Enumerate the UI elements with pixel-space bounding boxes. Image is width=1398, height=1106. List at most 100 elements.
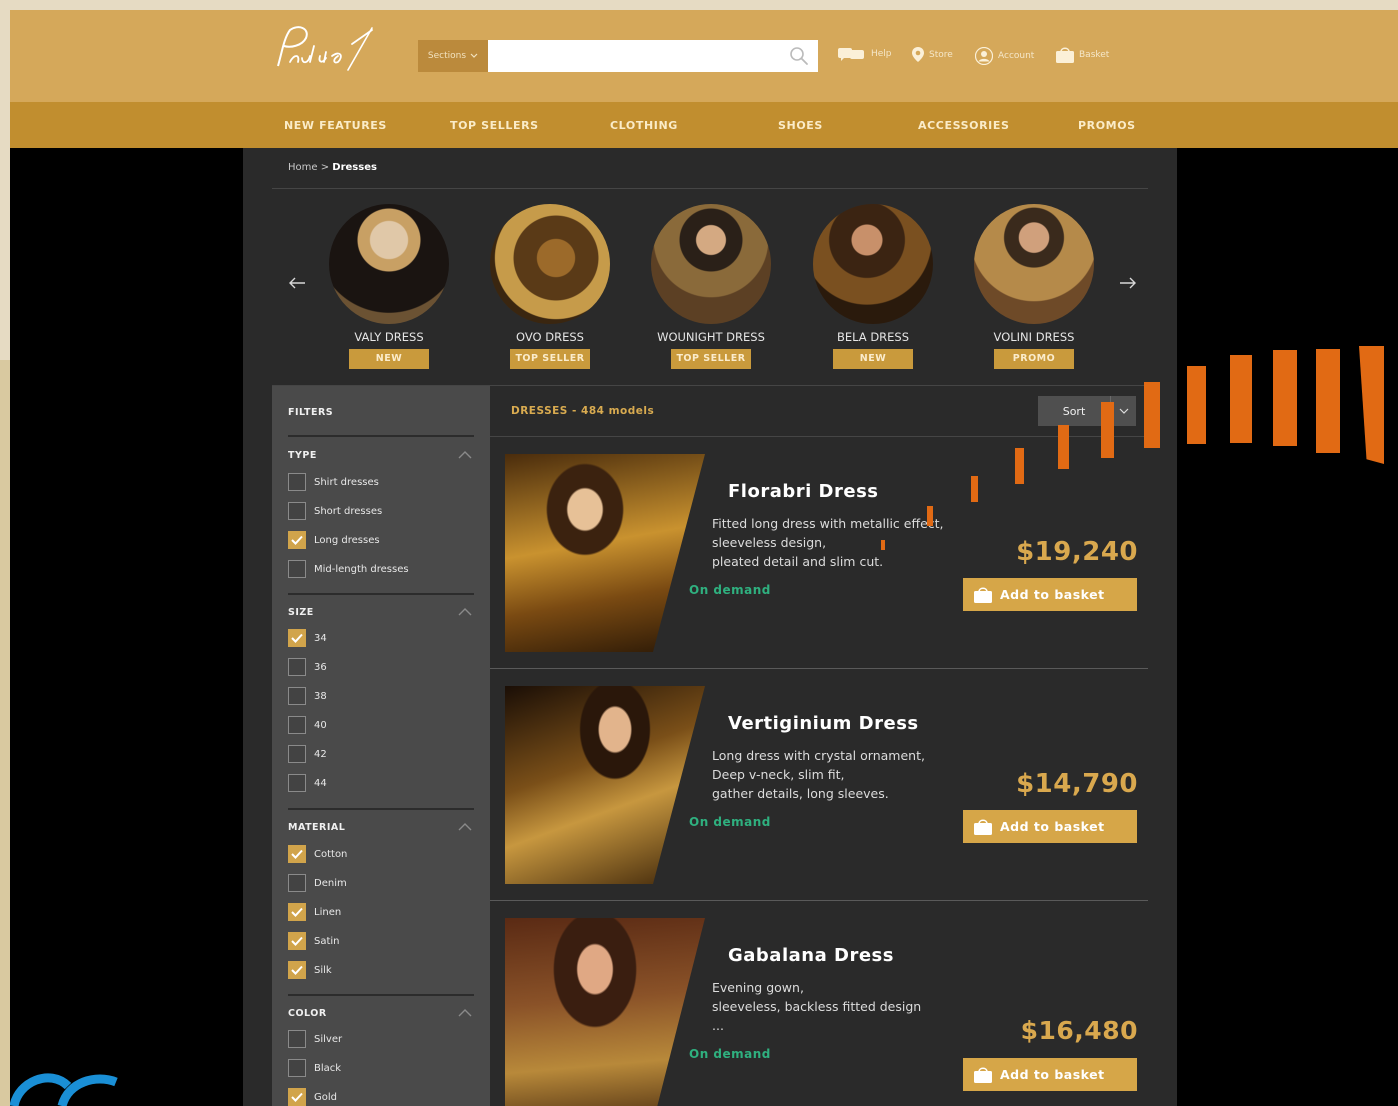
carousel-item[interactable]: VALY DRESS NEW bbox=[319, 204, 459, 369]
filter-option-size-36[interactable]: 36 bbox=[288, 658, 327, 676]
nav-item-new-features[interactable]: NEW FEATURES bbox=[284, 102, 387, 148]
search-input[interactable] bbox=[488, 40, 818, 72]
filter-type-title: TYPE bbox=[288, 450, 317, 461]
carousel-item-name: WOUNIGHT DRESS bbox=[657, 330, 765, 344]
product-name[interactable]: Florabri Dress bbox=[728, 481, 879, 502]
checkbox[interactable] bbox=[288, 874, 306, 892]
checkbox[interactable] bbox=[288, 1059, 306, 1077]
product-thumbnail[interactable] bbox=[813, 204, 933, 324]
filter-option-size-42[interactable]: 42 bbox=[288, 745, 327, 763]
filter-option-size-40[interactable]: 40 bbox=[288, 716, 327, 734]
add-to-basket-button[interactable]: Add to basket bbox=[963, 810, 1137, 843]
filter-option-silk[interactable]: Silk bbox=[288, 961, 332, 979]
checkbox[interactable] bbox=[288, 687, 306, 705]
nav-item-shoes[interactable]: SHOES bbox=[778, 102, 823, 148]
product-image[interactable] bbox=[505, 918, 705, 1106]
product-card: Gabalana Dress Evening gown, sleeveless,… bbox=[490, 901, 1148, 1106]
carousel-item[interactable]: OVO DRESS TOP SELLER bbox=[480, 204, 620, 369]
checkbox[interactable] bbox=[288, 1030, 306, 1048]
product-description-line: Long dress with crystal ornament, bbox=[712, 748, 925, 763]
check-icon bbox=[291, 965, 303, 975]
filter-option-size-34[interactable]: 34 bbox=[288, 629, 327, 647]
breadcrumb-home[interactable]: Home bbox=[288, 162, 318, 173]
filter-option-size-44[interactable]: 44 bbox=[288, 774, 327, 792]
breadcrumb-current: Dresses bbox=[332, 162, 377, 173]
chevron-up-icon[interactable] bbox=[458, 822, 472, 832]
sections-dropdown[interactable]: Sections bbox=[418, 40, 488, 72]
carousel-item-name: OVO DRESS bbox=[516, 330, 584, 344]
product-image[interactable] bbox=[505, 454, 705, 652]
carousel-item-badge: NEW bbox=[349, 349, 429, 369]
carousel-next-button[interactable] bbox=[1116, 272, 1140, 296]
add-to-basket-button[interactable]: Add to basket bbox=[963, 578, 1137, 611]
checkbox[interactable] bbox=[288, 658, 306, 676]
sort-dropdown[interactable]: Sort bbox=[1038, 396, 1136, 426]
checkbox[interactable] bbox=[288, 774, 306, 792]
checkbox-checked[interactable] bbox=[288, 903, 306, 921]
product-thumbnail[interactable] bbox=[974, 204, 1094, 324]
checkbox[interactable] bbox=[288, 560, 306, 578]
filter-option-label: 44 bbox=[314, 777, 327, 789]
search-icon[interactable] bbox=[788, 45, 810, 67]
chevron-up-icon[interactable] bbox=[458, 607, 472, 617]
breadcrumb-separator: > bbox=[317, 162, 333, 173]
filter-option-denim[interactable]: Denim bbox=[288, 874, 347, 892]
checkbox[interactable] bbox=[288, 502, 306, 520]
filter-option-black[interactable]: Black bbox=[288, 1059, 341, 1077]
store-label: Store bbox=[929, 49, 953, 60]
checkbox[interactable] bbox=[288, 716, 306, 734]
product-description-line: Evening gown, bbox=[712, 980, 804, 995]
checkbox-checked[interactable] bbox=[288, 961, 306, 979]
filter-option-silver[interactable]: Silver bbox=[288, 1030, 342, 1048]
product-thumbnail[interactable] bbox=[490, 204, 610, 324]
filter-option-size-38[interactable]: 38 bbox=[288, 687, 327, 705]
product-image[interactable] bbox=[505, 686, 705, 884]
help-link[interactable]: Help bbox=[838, 47, 892, 61]
filter-option-shirt-dresses[interactable]: Shirt dresses bbox=[288, 473, 379, 491]
decor-dash bbox=[927, 506, 933, 526]
carousel-item[interactable]: BELA DRESS NEW bbox=[803, 204, 943, 369]
product-thumbnail[interactable] bbox=[329, 204, 449, 324]
checkbox-checked[interactable] bbox=[288, 845, 306, 863]
checkbox-checked[interactable] bbox=[288, 1088, 306, 1106]
checkbox[interactable] bbox=[288, 745, 306, 763]
checkbox-checked[interactable] bbox=[288, 932, 306, 950]
checkbox[interactable] bbox=[288, 473, 306, 491]
nav-item-promos[interactable]: PROMOS bbox=[1078, 102, 1136, 148]
shopping-bag-icon bbox=[974, 818, 992, 835]
carousel-item[interactable]: WOUNIGHT DRESS TOP SELLER bbox=[641, 204, 781, 369]
product-name[interactable]: Vertiginium Dress bbox=[728, 713, 919, 734]
nav-item-top-sellers[interactable]: TOP SELLERS bbox=[450, 102, 539, 148]
decor-dash bbox=[1015, 448, 1024, 484]
filter-option-short-dresses[interactable]: Short dresses bbox=[288, 502, 382, 520]
nav-item-clothing[interactable]: CLOTHING bbox=[610, 102, 678, 148]
decor-dash bbox=[1144, 382, 1160, 448]
add-to-basket-button[interactable]: Add to basket bbox=[963, 1058, 1137, 1091]
checkbox-checked[interactable] bbox=[288, 629, 306, 647]
store-link[interactable]: Store bbox=[912, 47, 953, 62]
filter-option-long-dresses[interactable]: Long dresses bbox=[288, 531, 380, 549]
filter-option-gold[interactable]: Gold bbox=[288, 1088, 337, 1106]
basket-link[interactable]: Basket bbox=[1056, 47, 1109, 63]
basket-label: Basket bbox=[1079, 50, 1110, 60]
product-thumbnail[interactable] bbox=[651, 204, 771, 324]
filter-option-satin[interactable]: Satin bbox=[288, 932, 340, 950]
filter-option-cotton[interactable]: Cotton bbox=[288, 845, 347, 863]
filter-option-mid-length-dresses[interactable]: Mid-length dresses bbox=[288, 560, 409, 578]
nav-item-accessories[interactable]: ACCESSORIES bbox=[918, 102, 1009, 148]
product-description-line: gather details, long sleeves. bbox=[712, 786, 889, 801]
logo[interactable] bbox=[268, 22, 388, 78]
arrow-left-icon bbox=[289, 277, 305, 289]
check-icon bbox=[291, 633, 303, 643]
product-card: Florabri Dress Fitted long dress with me… bbox=[490, 437, 1148, 667]
filter-option-linen[interactable]: Linen bbox=[288, 903, 341, 921]
chevron-up-icon[interactable] bbox=[458, 1008, 472, 1018]
product-name[interactable]: Gabalana Dress bbox=[728, 945, 894, 966]
carousel-prev-button[interactable] bbox=[285, 272, 309, 296]
checkbox-checked[interactable] bbox=[288, 531, 306, 549]
account-link[interactable]: Account bbox=[975, 47, 1034, 65]
carousel-item[interactable]: VOLINI DRESS PROMO bbox=[964, 204, 1104, 369]
chevron-up-icon[interactable] bbox=[458, 450, 472, 460]
filter-divider bbox=[288, 808, 474, 810]
filter-color-title: COLOR bbox=[288, 1008, 327, 1019]
